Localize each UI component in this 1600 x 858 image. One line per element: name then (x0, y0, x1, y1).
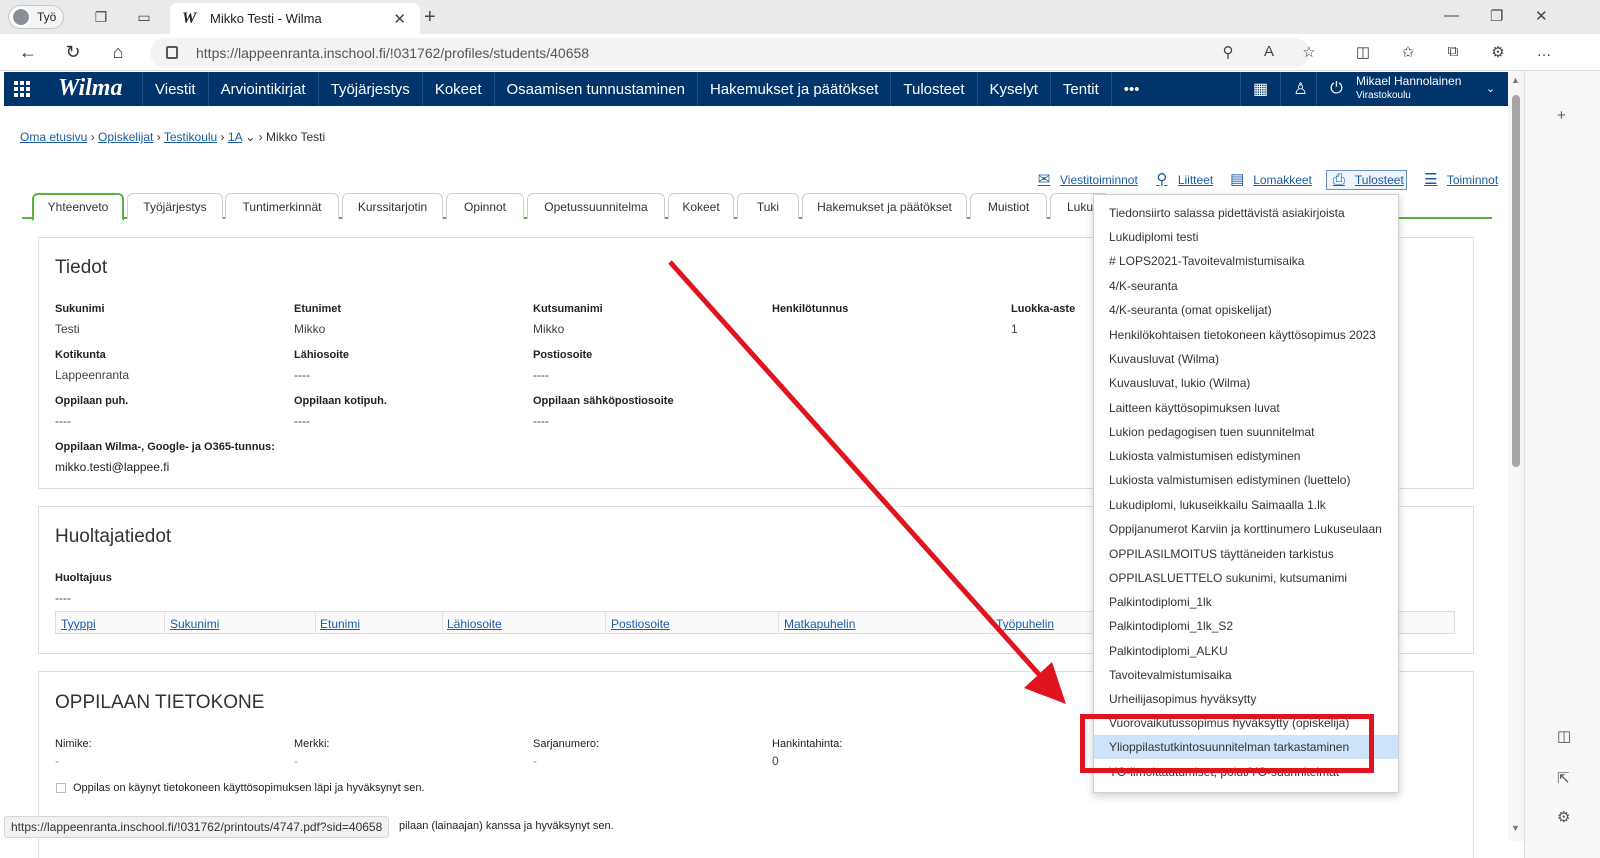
annotation-highlight-box (1080, 714, 1374, 773)
